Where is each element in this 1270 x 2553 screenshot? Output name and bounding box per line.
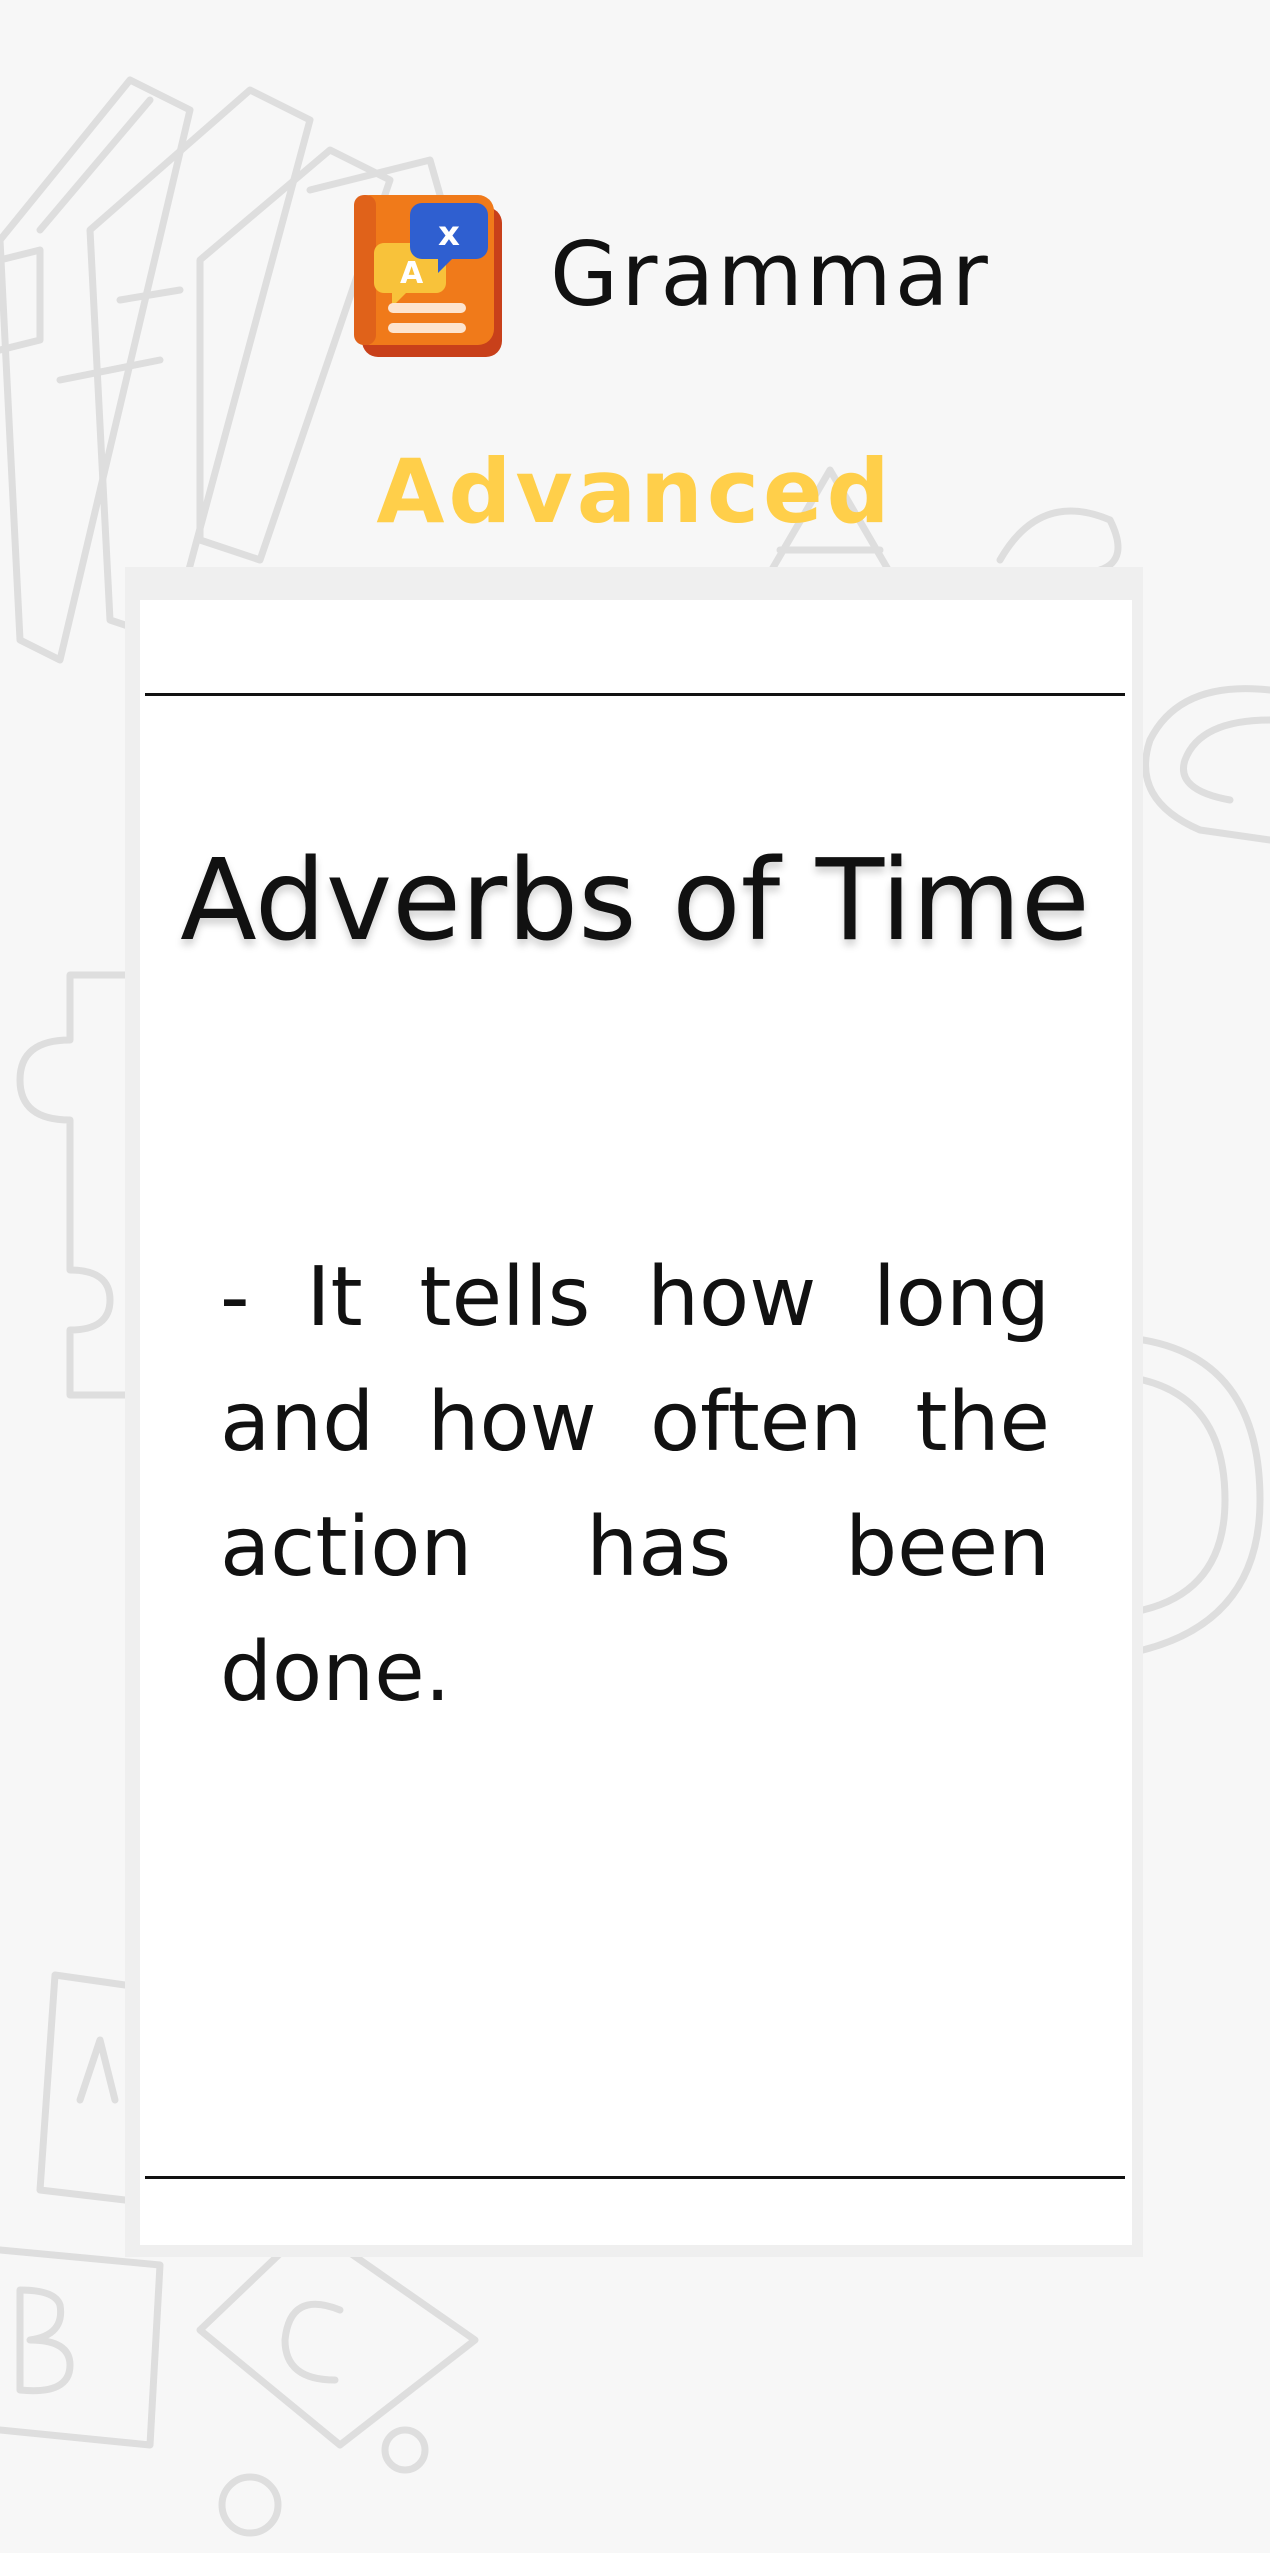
card-top-divider [145,693,1125,696]
grammar-book-icon: A x [354,195,502,357]
level-label: Advanced [376,440,894,543]
card-bottom-divider [145,2176,1125,2179]
app-title: Grammar [550,223,991,326]
letter-s-doodle-icon [1142,685,1270,844]
card-description: - It tells how long and how often the ac… [220,1250,1050,1720]
circle-doodle-icon [1139,1336,1264,1654]
puzzle-doodle-icon [16,971,129,1399]
small-circle-doodle-icon [218,2473,282,2537]
svg-text:x: x [438,214,460,254]
small-circle-doodle-icon [381,2426,429,2474]
card-title: Adverbs of Time [180,836,1090,966]
header: A x Grammar [348,185,988,365]
svg-text:A: A [400,256,424,291]
